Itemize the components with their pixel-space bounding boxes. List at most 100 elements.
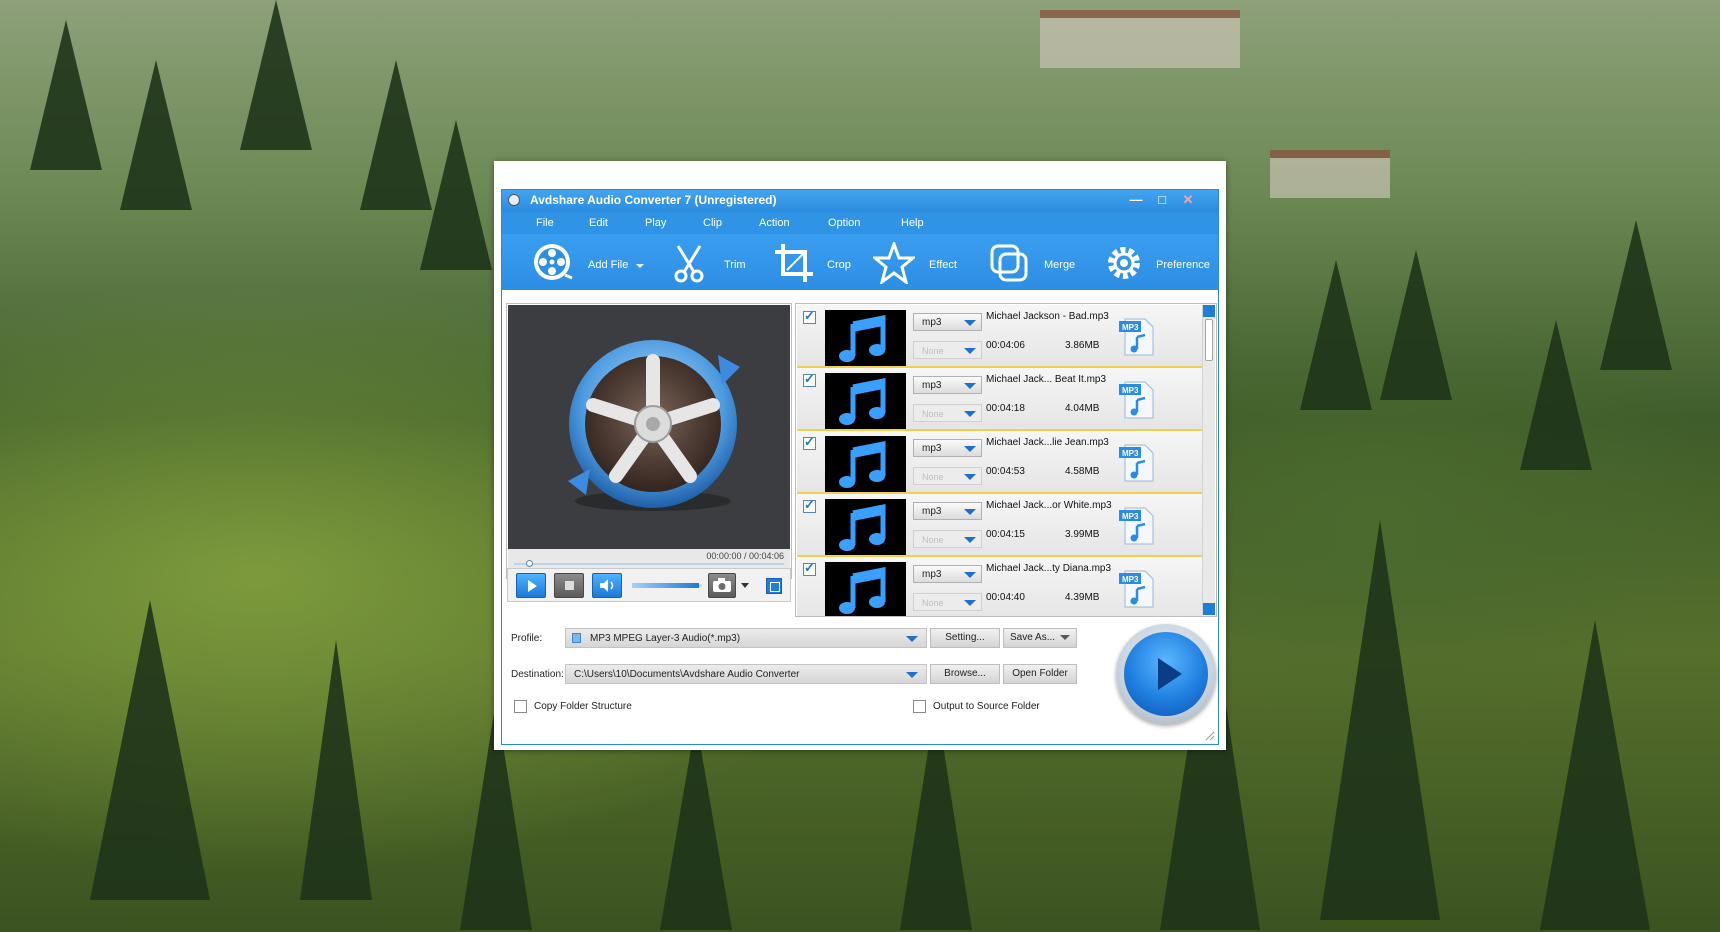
chevron-down-icon [964, 537, 976, 543]
menu-clip[interactable]: Clip [703, 217, 722, 229]
preference-button[interactable]: Preference [1103, 240, 1218, 284]
file-checkbox[interactable] [803, 560, 816, 576]
scroll-up-button[interactable] [1203, 305, 1215, 317]
format-select[interactable]: mp3 [913, 439, 982, 457]
audio-file-icon [572, 633, 581, 643]
crop-button[interactable]: Crop [773, 240, 853, 284]
fullscreen-button[interactable] [766, 578, 782, 594]
add-file-button[interactable]: Add File [532, 240, 644, 284]
subtitle-select[interactable]: None [913, 341, 982, 359]
title-bar[interactable]: Avdshare Audio Converter 7 (Unregistered… [502, 190, 1218, 212]
minimize-button[interactable]: — [1125, 191, 1147, 209]
destination-label: Destination: [511, 669, 564, 680]
file-thumbnail [825, 436, 906, 492]
play-icon [528, 580, 537, 592]
close-button[interactable]: ✕ [1177, 191, 1199, 209]
profile-select[interactable]: MP3 MPEG Layer-3 Audio(*.mp3) [565, 628, 927, 648]
menu-option[interactable]: Option [828, 217, 860, 229]
chevron-down-icon [1060, 635, 1070, 640]
list-item[interactable]: mp3 None Michael Jack...lie Jean.mp3 00:… [797, 431, 1203, 494]
trim-label: Trim [724, 259, 746, 271]
chevron-down-icon [636, 264, 644, 268]
menu-action[interactable]: Action [759, 217, 790, 229]
list-item[interactable]: mp3 None Michael Jack... Beat It.mp3 00:… [797, 368, 1203, 431]
merge-icon [990, 244, 1028, 282]
chevron-down-icon [964, 446, 976, 452]
list-item[interactable]: mp3 None Michael Jack...or White.mp3 00:… [797, 494, 1203, 557]
file-list-scrollbar[interactable] [1202, 305, 1215, 615]
music-note-icon [839, 503, 886, 551]
seek-bar[interactable] [514, 563, 784, 565]
menu-edit[interactable]: Edit [589, 217, 608, 229]
destination-select[interactable]: C:\Users\10\Documents\Avdshare Audio Con… [565, 664, 927, 684]
svg-text:MP3: MP3 [1122, 512, 1139, 521]
mp3-output-icon[interactable]: MP3 [1119, 569, 1155, 609]
scroll-thumb[interactable] [1205, 319, 1213, 361]
list-item[interactable]: mp3 None Michael Jack...ty Diana.mp3 00:… [797, 557, 1203, 616]
scissors-icon [674, 245, 704, 283]
stop-button[interactable] [554, 573, 584, 598]
output-to-source-folder-checkbox[interactable] [913, 700, 926, 713]
time-display: 00:00:00 / 00:04:06 [706, 551, 784, 561]
list-item[interactable]: mp3 None Michael Jackson - Bad.mp3 00:04… [797, 305, 1203, 368]
file-name: Michael Jack... Beat It.mp3 [986, 374, 1107, 385]
file-size: 3.99MB [1065, 529, 1100, 540]
browse-button[interactable]: Browse... [930, 664, 1000, 684]
subtitle-select[interactable]: None [913, 404, 982, 422]
file-checkbox[interactable] [803, 497, 816, 513]
file-checkbox[interactable] [803, 308, 816, 324]
maximize-button[interactable]: □ [1151, 191, 1173, 209]
convert-button[interactable] [1116, 624, 1216, 724]
subtitle-select[interactable]: None [913, 593, 982, 611]
subtitle-select[interactable]: None [913, 467, 982, 485]
format-select[interactable]: mp3 [913, 565, 982, 583]
format-select[interactable]: mp3 [913, 313, 982, 331]
volume-slider[interactable] [632, 583, 702, 588]
merge-button[interactable]: Merge [988, 240, 1078, 284]
mp3-output-icon[interactable]: MP3 [1119, 506, 1155, 546]
gear-icon [1108, 247, 1140, 279]
play-button[interactable] [516, 573, 546, 598]
profile-label: Profile: [511, 633, 543, 644]
volume-level [632, 583, 699, 588]
snapshot-button[interactable] [708, 573, 736, 598]
toolbar: Add File Trim Crop Effect Merge Preferen… [502, 234, 1218, 290]
subtitle-select[interactable]: None [913, 530, 982, 548]
volume-button[interactable] [592, 573, 622, 598]
open-folder-button[interactable]: Open Folder [1003, 664, 1077, 684]
file-duration: 00:04:53 [986, 466, 1025, 477]
save-as-button[interactable]: Save As... [1003, 628, 1077, 648]
file-checkbox[interactable] [803, 371, 816, 387]
menu-help[interactable]: Help [901, 217, 924, 229]
copy-folder-structure-checkbox[interactable] [514, 700, 527, 713]
chevron-down-icon [964, 348, 976, 354]
seek-handle[interactable] [526, 560, 533, 567]
mp3-output-icon[interactable]: MP3 [1119, 443, 1155, 483]
music-note-icon [839, 314, 886, 362]
menu-file[interactable]: File [536, 217, 554, 229]
format-select[interactable]: mp3 [913, 376, 982, 394]
svg-text:MP3: MP3 [1122, 323, 1139, 332]
stop-icon [565, 581, 574, 590]
format-select[interactable]: mp3 [913, 502, 982, 520]
settings-button[interactable]: Setting... [930, 628, 1000, 648]
menu-play[interactable]: Play [645, 217, 666, 229]
add-file-label: Add File [588, 259, 629, 271]
file-thumbnail [825, 373, 906, 429]
mp3-output-icon[interactable]: MP3 [1119, 380, 1155, 420]
scroll-down-button[interactable] [1203, 603, 1215, 615]
app-logo-icon [508, 194, 520, 206]
snapshot-dropdown-icon[interactable] [741, 583, 749, 588]
film-reel-icon [534, 244, 573, 280]
file-size: 4.58MB [1065, 466, 1100, 477]
preview-screen [508, 305, 790, 549]
effect-button[interactable]: Effect [873, 240, 963, 284]
copy-folder-structure-label: Copy Folder Structure [534, 701, 632, 712]
file-size: 4.39MB [1065, 592, 1100, 603]
resize-grip-icon[interactable] [1205, 731, 1215, 741]
file-duration: 00:04:15 [986, 529, 1025, 540]
trim-button[interactable]: Trim [668, 240, 748, 284]
mp3-output-icon[interactable]: MP3 [1119, 317, 1155, 357]
file-checkbox[interactable] [803, 434, 816, 450]
file-thumbnail [825, 499, 906, 555]
